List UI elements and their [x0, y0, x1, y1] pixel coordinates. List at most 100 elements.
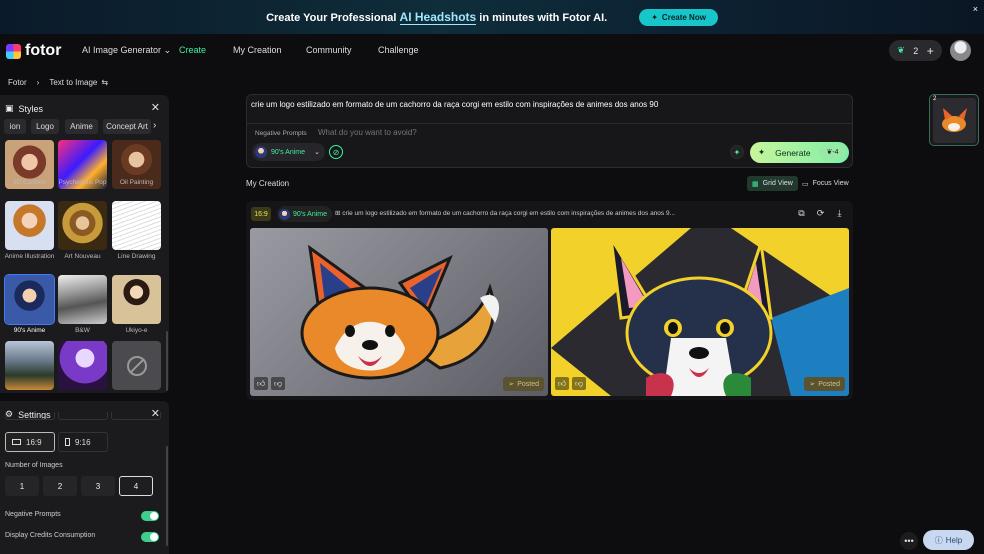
reaction-row: 👍︎ 👎︎	[555, 377, 586, 390]
remove-style-icon[interactable]: ⊘	[329, 145, 343, 159]
create-now-button[interactable]: ✦ Create Now	[639, 8, 718, 26]
avatar[interactable]	[950, 40, 971, 61]
negative-prompt-input[interactable]	[318, 128, 618, 137]
ratio-option-hidden-2[interactable]	[58, 412, 108, 420]
landscape-icon	[12, 439, 21, 445]
breadcrumb-current: Text to Image	[49, 78, 98, 87]
style-chip-anime[interactable]: Anime	[65, 119, 98, 134]
negative-prompts-toggle[interactable]	[141, 511, 159, 521]
result-image-2[interactable]: 👍︎ 👎︎ ➢ Posted	[551, 228, 849, 396]
credits-widget[interactable]: ❦ 2 +	[889, 40, 942, 61]
grid-icon: ▦	[752, 180, 759, 188]
banner-highlight[interactable]: AI Headshots	[399, 10, 477, 25]
num-images-3[interactable]: 3	[81, 476, 115, 496]
nav-community[interactable]: Community	[306, 45, 352, 55]
generate-button[interactable]: ✦ Generate ❦ -4	[750, 142, 849, 163]
swap-icon[interactable]: ⇆	[101, 78, 108, 87]
num-images-4[interactable]: 4	[119, 476, 153, 496]
credits-count: 2	[913, 45, 919, 56]
close-styles-icon[interactable]: ✕	[151, 101, 160, 114]
num-images-label: Number of Images	[5, 462, 63, 469]
promo-banner: Create Your Professional AI Headshots in…	[0, 0, 984, 34]
style-selector[interactable]: 90's Anime ⌄	[252, 143, 325, 161]
thumbs-down-icon[interactable]: 👎︎	[271, 377, 285, 390]
banner-close-icon[interactable]: ×	[973, 4, 978, 14]
prompt-icon: ⊞	[335, 210, 341, 217]
style-none[interactable]	[112, 341, 161, 390]
result-image-1[interactable]: 👍︎ 👎︎ ➢ Posted	[250, 228, 548, 396]
prompt-box[interactable]: crie um logo estilizado em formato de um…	[246, 94, 853, 168]
generate-cost: ❦ -4	[819, 145, 846, 159]
focus-view-button[interactable]: ▭ Focus View	[797, 176, 854, 191]
nav-my-creation[interactable]: My Creation	[233, 45, 282, 55]
style-bw[interactable]	[58, 275, 107, 324]
thumbs-down-icon[interactable]: 👎︎	[572, 377, 586, 390]
enhance-prompt-icon[interactable]: ✦	[730, 145, 744, 159]
settings-scrollbar[interactable]	[166, 446, 168, 546]
credits-consumption-toggle[interactable]	[141, 532, 159, 542]
more-options-button[interactable]: •••	[900, 532, 918, 550]
fotor-logo[interactable]: fotor	[6, 42, 61, 60]
send-icon: ➢	[809, 381, 816, 388]
style-chip-logo[interactable]: Logo	[31, 119, 59, 134]
copy-icon[interactable]: ⧉	[794, 206, 809, 221]
styles-panel: ▣ Styles ✕ ion Logo Anime Concept Art › …	[0, 95, 169, 393]
style-line-drawing[interactable]	[112, 201, 161, 250]
posted-badge[interactable]: ➢ Posted	[804, 377, 845, 391]
breadcrumb-home[interactable]: Fotor	[8, 78, 27, 87]
style-90s-anime[interactable]	[4, 274, 55, 325]
grid-view-button[interactable]: ▦ Grid View	[747, 176, 798, 191]
ratio-option-hidden-3[interactable]	[111, 412, 161, 420]
ratio-16-9-button[interactable]: 16:9	[5, 432, 55, 452]
no-style-icon	[126, 355, 147, 376]
prompt-input[interactable]: crie um logo estilizado em formato de um…	[251, 100, 658, 109]
style-landscape[interactable]	[5, 341, 54, 390]
ratio-9-16-button[interactable]: 9:16	[58, 432, 108, 452]
style-art-nouveau[interactable]	[58, 201, 107, 250]
regenerate-icon[interactable]: ⟳	[813, 206, 828, 221]
send-icon: ➢	[508, 381, 515, 388]
divider	[247, 123, 852, 124]
focus-icon: ▭	[802, 180, 809, 188]
num-images-1[interactable]: 1	[5, 476, 39, 496]
reaction-row: 👍︎ 👎︎	[254, 377, 285, 390]
portrait-icon	[65, 438, 70, 446]
history-item[interactable]: 2	[929, 94, 979, 146]
magic-wand-icon: ✦	[758, 147, 766, 157]
help-button[interactable]: ⓘ Help	[923, 530, 974, 550]
corgi-logo-illustration-2	[551, 228, 849, 396]
num-images-2[interactable]: 2	[43, 476, 77, 496]
style-anime-illustration[interactable]	[5, 201, 54, 250]
chevron-down-icon: ⌄	[163, 45, 172, 55]
chevron-down-icon: ⌄	[314, 149, 320, 156]
thumbs-up-icon[interactable]: 👍︎	[555, 377, 569, 390]
history-count: 2	[933, 96, 937, 102]
style-avatar-icon	[255, 146, 267, 158]
card-style-tag: 90's Anime	[277, 206, 333, 222]
style-ukiyo-e[interactable]	[112, 275, 161, 324]
chevron-right-icon[interactable]: ›	[153, 120, 156, 131]
style-chip-partial[interactable]: ion	[4, 119, 26, 134]
styles-scrollbar[interactable]	[166, 331, 168, 391]
ratio-option-hidden-1[interactable]	[5, 412, 55, 420]
style-halloween[interactable]	[58, 341, 107, 390]
download-icon[interactable]: ⤓	[832, 206, 847, 221]
style-chip-concept-art[interactable]: Concept Art	[103, 119, 151, 134]
creation-card: 16:9 90's Anime ⊞ crie um logo estilizad…	[246, 201, 853, 400]
banner-text: Create Your Professional AI Headshots in…	[266, 10, 608, 25]
help-icon: ⓘ	[934, 535, 943, 545]
add-credits-button[interactable]: +	[927, 44, 934, 58]
thumbs-up-icon[interactable]: 👍︎	[254, 377, 268, 390]
leaf-icon: ❦	[897, 45, 905, 55]
my-creation-title: My Creation	[246, 179, 290, 188]
corgi-thumbnail-icon	[942, 108, 967, 132]
nav-ai-image-generator[interactable]: AI Image Generator ⌄	[82, 45, 171, 56]
nav-create[interactable]: Create	[179, 45, 206, 55]
negative-prompts-label: Negative Prompts	[5, 511, 61, 518]
styles-header: ▣ Styles	[5, 103, 44, 114]
card-prompt[interactable]: ⊞ crie um logo estilizado em formato de …	[335, 209, 675, 217]
styles-icon: ▣	[5, 103, 14, 113]
history-thumbnail	[933, 98, 976, 143]
nav-challenge[interactable]: Challenge	[378, 45, 419, 55]
posted-badge[interactable]: ➢ Posted	[503, 377, 544, 391]
